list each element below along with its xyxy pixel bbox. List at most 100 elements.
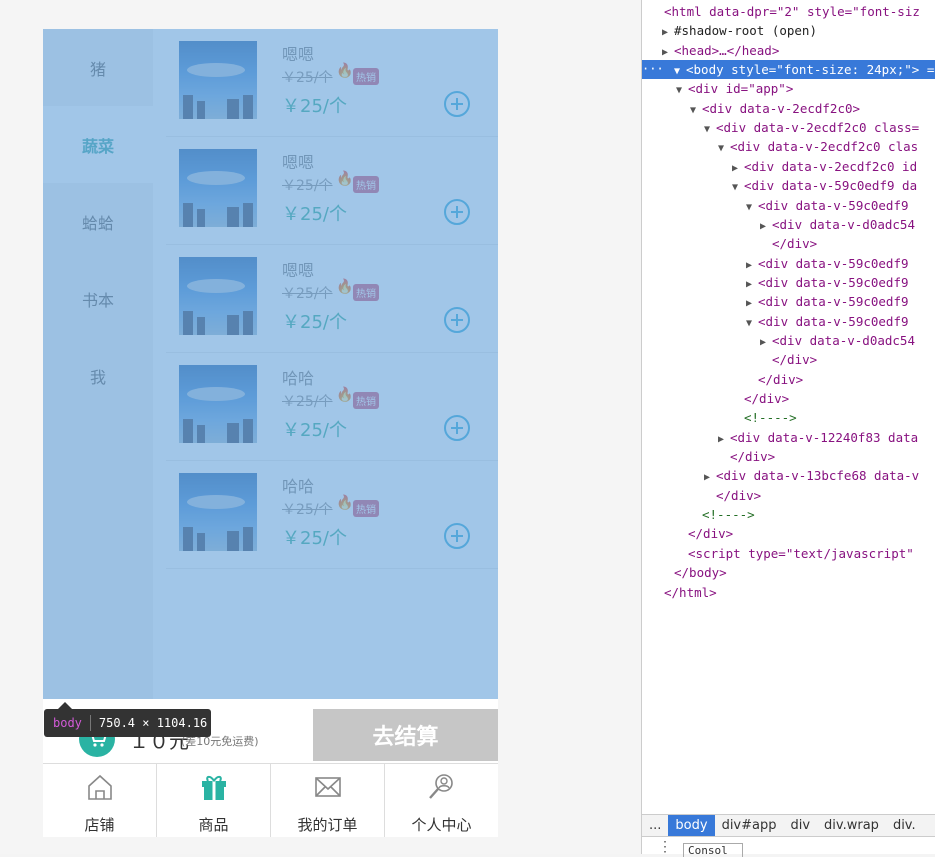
category-item[interactable]: 我 <box>43 337 153 414</box>
dom-node[interactable]: ▶ <div data-v-2ecdf2c0 id <box>642 157 935 176</box>
breadcrumb-item[interactable]: div. <box>886 815 923 837</box>
goods-image <box>179 473 257 551</box>
dom-node[interactable]: </div> <box>642 447 935 466</box>
tab-goods[interactable]: 商品 <box>157 764 271 837</box>
tab-orders[interactable]: 我的订单 <box>271 764 385 837</box>
collapse-arrow-icon[interactable]: ▼ <box>732 178 744 197</box>
expand-arrow-icon[interactable]: ▶ <box>746 294 758 313</box>
breadcrumb-item[interactable]: ... <box>642 815 668 837</box>
dom-node[interactable]: ▶ <div data-v-59c0edf9 <box>642 292 935 311</box>
breadcrumb: ... body div#app div div.wrap div. <box>642 814 935 837</box>
category-item-active[interactable]: 蔬菜 <box>43 106 153 183</box>
tooltip-tag: body <box>53 716 82 730</box>
tab-profile[interactable]: 个人中心 <box>385 764 498 837</box>
add-to-cart-icon[interactable] <box>444 523 470 549</box>
hot-sale-badge: 热销 <box>353 500 379 517</box>
dom-node[interactable]: <script type="text/javascript" <box>642 544 935 563</box>
dom-node-text: #shadow-root (open) <box>674 23 817 39</box>
expand-arrow-icon[interactable]: ▶ <box>746 275 758 294</box>
breadcrumb-item[interactable]: div.wrap <box>817 815 886 837</box>
tab-label: 店铺 <box>84 816 115 834</box>
dom-node[interactable]: ▶ <div data-v-d0adc54 <box>642 215 935 234</box>
dom-node[interactable]: </div> <box>642 389 935 408</box>
dom-node[interactable]: ▶ <div data-v-13bcfe68 data-v <box>642 466 935 485</box>
expand-arrow-icon[interactable]: ▶ <box>746 256 758 275</box>
expand-arrow-icon[interactable]: ▶ <box>662 43 674 62</box>
dom-node-selected[interactable]: ▼ <body style="font-size: 24px;"> == <box>662 60 935 81</box>
expand-arrow-icon[interactable]: ▶ <box>704 468 716 487</box>
breadcrumb-item[interactable]: div <box>783 815 817 837</box>
expand-arrow-icon[interactable]: ▶ <box>662 23 674 42</box>
envelope-icon <box>313 772 343 806</box>
devtools-elements-panel: <html data-dpr="2" style="font-siz ▶ #shad… <box>641 0 935 857</box>
dom-node[interactable]: ▶ <div data-v-59c0edf9 <box>642 254 935 273</box>
dom-node[interactable]: ▼ <div id="app"> <box>642 79 935 98</box>
dom-node[interactable]: </div> <box>642 234 935 253</box>
gift-icon <box>199 772 229 806</box>
goods-price: ￥25/个 <box>282 312 347 333</box>
dom-node[interactable]: </div> <box>642 370 935 389</box>
expand-arrow-icon[interactable]: ▶ <box>760 333 772 352</box>
dom-node-text: </div> <box>772 352 818 368</box>
dom-node[interactable]: <html data-dpr="2" style="font-siz <box>642 2 935 21</box>
collapse-arrow-icon[interactable]: ▼ <box>746 314 758 333</box>
more-options-icon[interactable]: ··· <box>642 60 664 79</box>
dom-node-text: </div> <box>758 371 804 387</box>
collapse-arrow-icon[interactable]: ▼ <box>718 139 730 158</box>
tooltip-size: 750.4 × 1104.16 <box>98 716 208 730</box>
goods-name: 嗯嗯 <box>282 45 315 64</box>
dom-node-text: <div data-v-2ecdf2c0> <box>702 100 861 116</box>
expand-arrow-icon[interactable]: ▶ <box>718 430 730 449</box>
bottom-tab-bar: 店铺 商品 我的订单 个人中心 <box>43 763 498 837</box>
dom-node[interactable]: ▼ <div data-v-59c0edf9 <box>642 312 935 331</box>
add-to-cart-icon[interactable] <box>444 91 470 117</box>
dom-node[interactable]: ▼ <div data-v-59c0edf9 <box>642 196 935 215</box>
add-to-cart-icon[interactable] <box>444 307 470 333</box>
dom-node-text: </div> <box>744 391 790 406</box>
dom-node-text: <div data-v-59c0edf9 <box>758 274 909 290</box>
collapse-arrow-icon[interactable]: ▼ <box>676 81 688 100</box>
goods-original-price: ￥25/个 <box>282 394 333 410</box>
dom-node[interactable]: <!----> <box>642 505 935 524</box>
checkout-button[interactable]: 去结算 <box>313 709 498 761</box>
console-tab[interactable]: Consol <box>683 843 743 857</box>
dom-node[interactable]: ▶ <div data-v-59c0edf9 <box>642 273 935 292</box>
dom-node[interactable]: <!----> <box>642 408 935 427</box>
category-item[interactable]: 蛤蛤 <box>43 183 153 260</box>
dom-node[interactable]: </div> <box>642 350 935 369</box>
expand-arrow-icon[interactable]: ▶ <box>732 159 744 178</box>
goods-price: ￥25/个 <box>282 528 347 549</box>
goods-name: 嗯嗯 <box>282 153 315 172</box>
breadcrumb-item[interactable]: div#app <box>715 815 784 837</box>
dom-node[interactable]: ▶ #shadow-root (open) <box>642 21 935 40</box>
dom-node[interactable]: ▼ <div data-v-2ecdf2c0> <box>642 99 935 118</box>
dom-node[interactable]: </body> <box>642 563 935 582</box>
console-drawer: ⋮ Consol <box>642 836 935 857</box>
dom-node[interactable]: </div> <box>642 524 935 543</box>
dom-node[interactable]: ▼ <div data-v-2ecdf2c0 class= <box>642 118 935 137</box>
add-to-cart-icon[interactable] <box>444 199 470 225</box>
dom-node[interactable]: </html> <box>642 583 935 602</box>
fire-icon: 🔥 <box>336 387 354 403</box>
dom-node[interactable]: ▼ <div data-v-2ecdf2c0 clas <box>642 137 935 156</box>
hot-sale-badge: 热销 <box>353 176 379 193</box>
category-item[interactable]: 猪 <box>43 29 153 106</box>
expand-arrow-icon[interactable]: ▶ <box>760 217 772 236</box>
dom-node[interactable]: ▶ <div data-v-12240f83 data <box>642 428 935 447</box>
collapse-arrow-icon[interactable]: ▼ <box>704 120 716 139</box>
collapse-arrow-icon[interactable]: ▼ <box>674 62 686 81</box>
console-menu-icon[interactable]: ⋮ <box>658 839 672 855</box>
tab-shop[interactable]: 店铺 <box>43 764 157 837</box>
dom-node[interactable]: ▶ <head>…</head> <box>642 41 935 60</box>
dom-node[interactable]: ▼ <div data-v-59c0edf9 da <box>642 176 935 195</box>
dom-node[interactable]: </div> <box>642 486 935 505</box>
goods-name: 嗯嗯 <box>282 261 315 280</box>
add-to-cart-icon[interactable] <box>444 415 470 441</box>
breadcrumb-item-active[interactable]: body <box>668 814 715 837</box>
category-item[interactable]: 书本 <box>43 260 153 337</box>
dom-node[interactable]: ▶ <div data-v-d0adc54 <box>642 331 935 350</box>
collapse-arrow-icon[interactable]: ▼ <box>690 101 702 120</box>
collapse-arrow-icon[interactable]: ▼ <box>746 198 758 217</box>
goods-price: ￥25/个 <box>282 96 347 117</box>
element-size-tooltip: body 750.4 × 1104.16 <box>44 702 211 737</box>
